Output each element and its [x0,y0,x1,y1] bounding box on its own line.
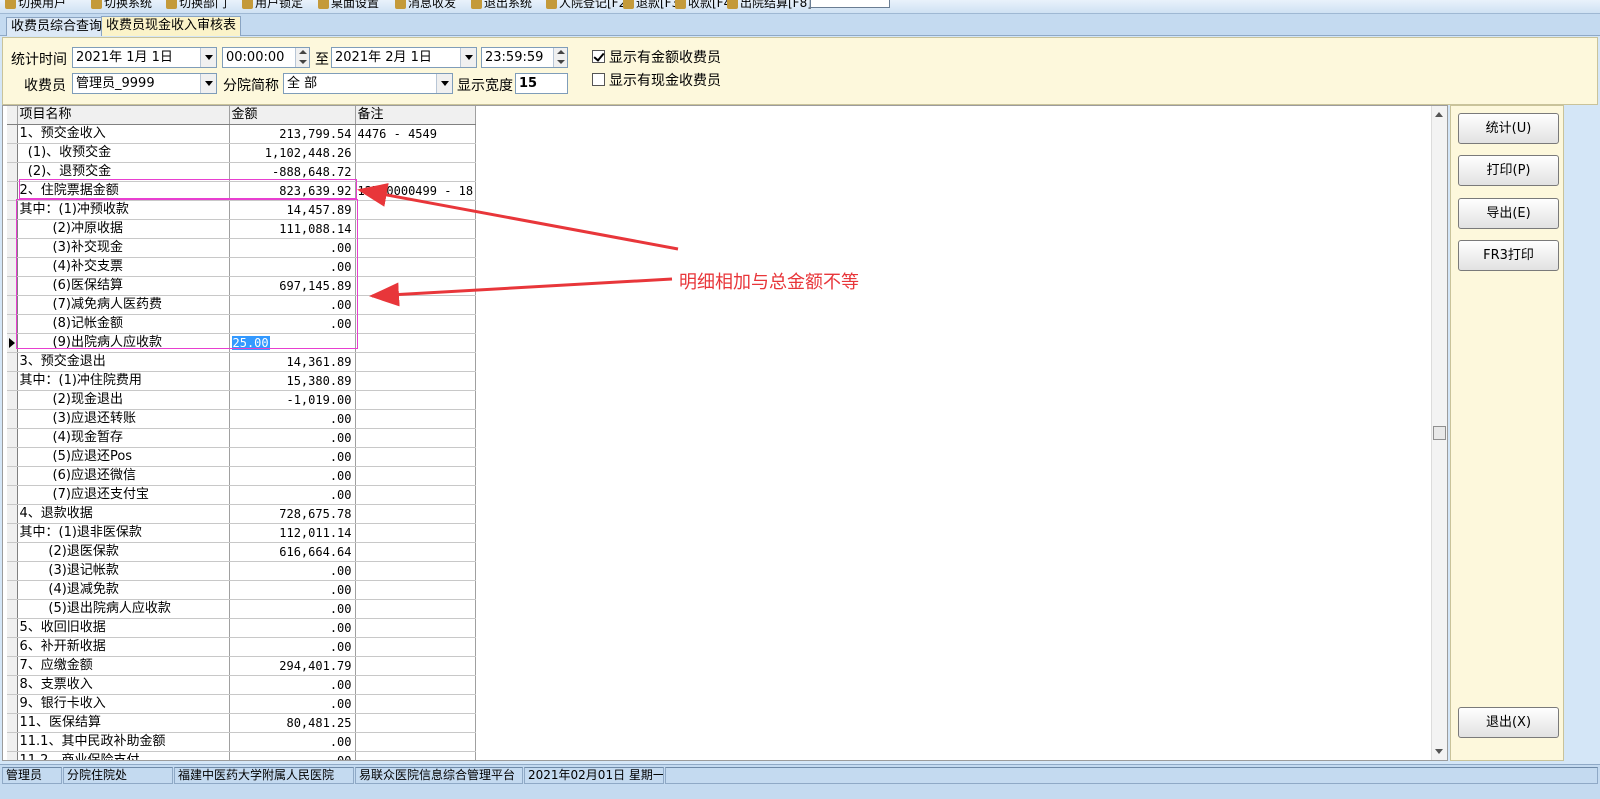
status-user: 管理员 [2,767,62,784]
status-dept: 分院住院处 [63,767,173,784]
grid-vertical-scrollbar[interactable] [1431,106,1447,760]
status-platform: 易联众医院信息综合管理平台 [355,767,523,784]
scroll-thumb[interactable] [1433,426,1446,440]
arrow-to-total [357,183,679,251]
print-button[interactable]: 打印(P) [1458,155,1559,186]
annotation-arrows [357,183,679,307]
status-date: 2021年02月01日 星期一 [524,767,664,784]
export-button[interactable]: 导出(E) [1458,198,1559,229]
scroll-down-icon[interactable] [1435,749,1443,754]
status-empty-pane [665,767,1598,784]
status-hospital: 福建中医药大学附属人民医院 [174,767,354,784]
exit-button[interactable]: 退出(X) [1458,707,1559,738]
arrow-to-details [369,277,673,307]
stat-button[interactable]: 统计(U) [1458,113,1559,144]
annotation-text: 明细相加与总金额不等 [679,272,859,293]
scroll-up-icon[interactable] [1435,112,1443,117]
action-button-panel: 统计(U) 打印(P) 导出(E) FR3打印 退出(X) [1450,105,1564,761]
fr3-print-button[interactable]: FR3打印 [1458,240,1559,271]
status-bar: 管理员 分院住院处 福建中医药大学附属人民医院 易联众医院信息综合管理平台 20… [0,764,1600,799]
